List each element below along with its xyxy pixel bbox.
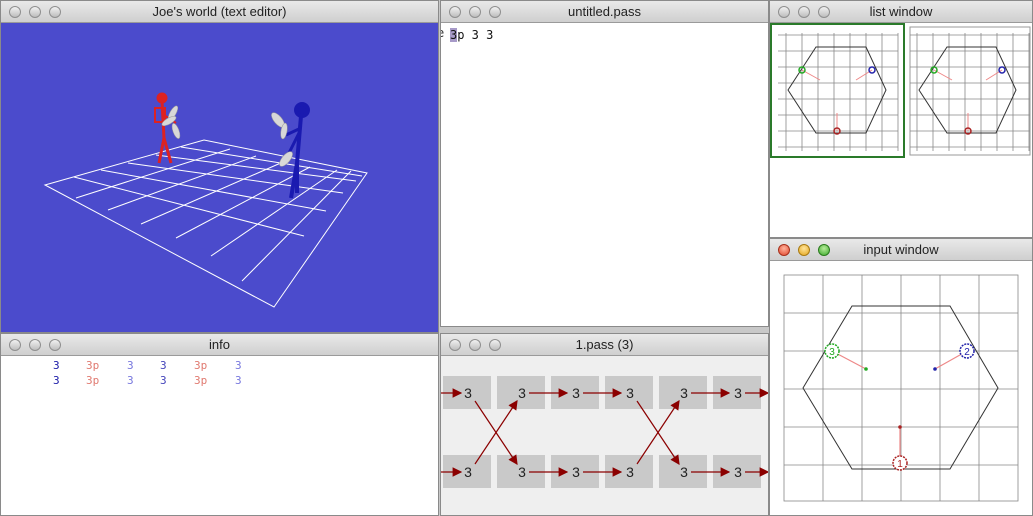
world-title: Joe's world (text editor) [152, 4, 287, 19]
editor-titlebar[interactable]: untitled.pass [441, 1, 768, 23]
info-content: 3 3p 3 3 3p 3 3 3p 3 3 3p 3 [1, 356, 438, 515]
info-title: info [209, 337, 230, 352]
thumbnail-1[interactable] [770, 23, 905, 158]
svg-text:3: 3 [829, 347, 835, 358]
info-cell: 3p [194, 374, 208, 387]
throw-label: 3 [464, 385, 472, 401]
throw-label: 3 [572, 385, 580, 401]
throw-label: 3 [734, 385, 742, 401]
hand-marker-3[interactable]: 3 [824, 343, 840, 359]
input-titlebar[interactable]: input window [770, 239, 1032, 261]
info-cell: 3p [194, 359, 208, 372]
info-cell: 3 [235, 374, 242, 387]
hand-marker-1[interactable]: 1 [892, 455, 908, 471]
world-viewport[interactable] [1, 23, 438, 332]
world-titlebar[interactable]: Joe's world (text editor) [1, 1, 438, 23]
info-window: info 3 3p 3 3 3p 3 3 3p 3 3 3p 3 [0, 333, 439, 516]
info-cell: 3 [53, 374, 60, 387]
thumbnail-2[interactable] [909, 26, 1031, 156]
info-cell: 3 [127, 359, 134, 372]
info-titlebar[interactable]: info [1, 334, 438, 356]
floor-grid [43, 139, 368, 308]
throw-label: 3 [626, 464, 634, 480]
editor-title: untitled.pass [568, 4, 641, 19]
pattern-text[interactable]: 3p 3 3 [450, 28, 493, 42]
info-cell: 3 [235, 359, 242, 372]
ladder-diagram: 3 3 3 3 3 3 3 3 3 3 3 3 [441, 356, 768, 515]
info-cell: 3 [160, 359, 167, 372]
info-cell: 3p [86, 359, 100, 372]
input-window: input window 3 2 1 [769, 238, 1033, 516]
pattern-thumbnails [770, 23, 1031, 158]
info-cell: 3 [127, 374, 134, 387]
editor-text-area[interactable]: e 3p 3 3 [441, 23, 768, 326]
hand-marker-2[interactable]: 2 [959, 343, 975, 359]
svg-text:1: 1 [897, 459, 903, 470]
input-canvas[interactable]: 3 2 1 [770, 261, 1032, 515]
list-content [770, 23, 1032, 237]
blue-juggler [285, 102, 310, 199]
info-cell: 3 [160, 374, 167, 387]
ladder-window: 1.pass (3) 3 3 3 3 3 3 3 3 3 3 3 3 [440, 333, 769, 516]
throw-label: 3 [734, 464, 742, 480]
ladder-title: 1.pass (3) [575, 337, 634, 352]
world-window: Joe's world (text editor) [0, 0, 439, 333]
info-cell: 3 [53, 359, 60, 372]
throw-label: 3 [680, 385, 688, 401]
input-title: input window [863, 242, 939, 257]
throw-label: 3 [572, 464, 580, 480]
blue-clubs [271, 112, 293, 167]
list-window: list window [769, 0, 1033, 238]
pattern-rest: p 3 3 [457, 28, 494, 42]
info-cell: 3p [86, 374, 100, 387]
ladder-titlebar[interactable]: 1.pass (3) [441, 334, 768, 356]
throw-label: 3 [626, 385, 634, 401]
throw-label: 3 [518, 385, 526, 401]
throw-label: 3 [680, 464, 688, 480]
list-titlebar[interactable]: list window [770, 1, 1032, 23]
throw-label: 3 [518, 464, 526, 480]
ladder-svg: 3 3 3 3 3 3 3 3 3 3 3 3 [441, 376, 768, 488]
juggling-scene [43, 92, 368, 308]
throw-label: 3 [464, 464, 472, 480]
svg-text:2: 2 [964, 347, 970, 358]
editor-window: untitled.pass e 3p 3 3 [440, 0, 769, 327]
hand-position-editor: 3 2 1 [783, 274, 1019, 502]
hidden-text-fragment: e [441, 26, 444, 40]
list-title: list window [869, 4, 933, 19]
